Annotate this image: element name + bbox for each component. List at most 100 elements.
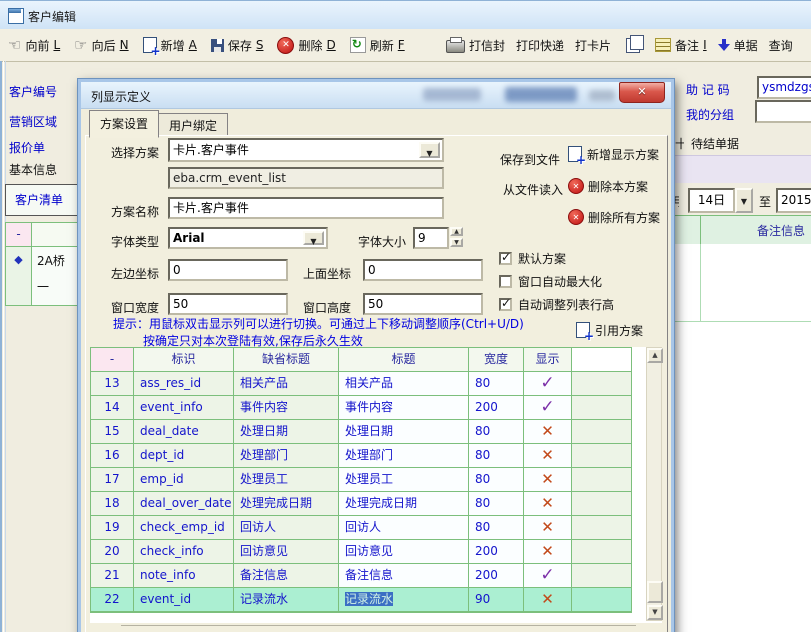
grid-cell[interactable]: 80: [469, 372, 524, 396]
checkbox-auto-row-height[interactable]: ✓ 自动调整列表行高: [499, 296, 614, 313]
toolbar-remark[interactable]: 备注I: [655, 29, 707, 61]
grid-cell[interactable]: 备注信息: [234, 564, 339, 588]
plan-name-input[interactable]: 卡片.客户事件: [168, 197, 444, 219]
tab-plan-settings[interactable]: 方案设置: [89, 110, 159, 138]
grid-cell[interactable]: [572, 444, 631, 468]
column-config-row[interactable]: 13ass_res_id相关产品相关产品80✓: [91, 372, 631, 396]
column-config-row[interactable]: 16dept_id处理部门处理部门80✕: [91, 444, 631, 468]
grid-cell[interactable]: 22: [91, 588, 134, 612]
grid-cell[interactable]: 记录流水: [234, 588, 339, 612]
grid-cell[interactable]: 回访意见: [339, 540, 469, 564]
grid-cell[interactable]: ✓: [524, 372, 572, 396]
grid-cell[interactable]: 18: [91, 492, 134, 516]
grid-cell[interactable]: 21: [91, 564, 134, 588]
chevron-down-icon[interactable]: [419, 142, 440, 158]
toolbar-print-envelope[interactable]: 打信封: [446, 29, 505, 61]
grid-cell[interactable]: 80: [469, 420, 524, 444]
grid-cell[interactable]: 20: [91, 540, 134, 564]
grid-header-cell[interactable]: 标题: [339, 348, 469, 372]
chevron-down-icon[interactable]: [303, 231, 324, 245]
toolbar-backward[interactable]: 向后N: [74, 29, 128, 61]
column-config-row[interactable]: 20check_info回访意见回访意见200✕: [91, 540, 631, 564]
grid-cell[interactable]: 15: [91, 420, 134, 444]
grid-cell[interactable]: ass_res_id: [134, 372, 234, 396]
column-config-row[interactable]: 17emp_id处理员工处理员工80✕: [91, 468, 631, 492]
grid-cell[interactable]: 13: [91, 372, 134, 396]
left-coord-input[interactable]: 0: [168, 259, 288, 281]
grid-scrollbar[interactable]: ▲ ▼: [646, 347, 662, 621]
grid-cell[interactable]: 80: [469, 444, 524, 468]
font-size-input[interactable]: 9: [413, 227, 449, 249]
toolbar-save[interactable]: 保存S: [211, 29, 264, 61]
toolbar-refresh[interactable]: 刷新F: [350, 29, 405, 61]
grid-cell[interactable]: [572, 372, 631, 396]
mnemonic-input[interactable]: ysmdzgs: [757, 76, 811, 99]
grid-cell[interactable]: 回访人: [234, 516, 339, 540]
grid-cell[interactable]: note_info: [134, 564, 234, 588]
grid-cell[interactable]: 处理部门: [339, 444, 469, 468]
toolbar-copy-pages[interactable]: [622, 29, 644, 61]
grid-cell[interactable]: 200: [469, 540, 524, 564]
column-config-row[interactable]: 15deal_date处理日期处理日期80✕: [91, 420, 631, 444]
grid-cell[interactable]: ✓: [524, 564, 572, 588]
date-day-input[interactable]: 14日: [688, 188, 735, 213]
reference-plan-button[interactable]: 引用方案: [576, 322, 643, 339]
grid-cell[interactable]: 回访意见: [234, 540, 339, 564]
toolbar-add[interactable]: 新增A: [143, 29, 197, 61]
grid-cell[interactable]: 90: [469, 588, 524, 612]
grid-cell[interactable]: [572, 564, 631, 588]
grid-cell[interactable]: [572, 588, 631, 612]
grid-cell[interactable]: 处理部门: [234, 444, 339, 468]
grid-cell[interactable]: 17: [91, 468, 134, 492]
grid-cell[interactable]: emp_id: [134, 468, 234, 492]
grid-cell[interactable]: 相关产品: [339, 372, 469, 396]
grid-cell[interactable]: 200: [469, 396, 524, 420]
grid-cell[interactable]: [572, 468, 631, 492]
scrollbar-thumb[interactable]: [647, 581, 663, 603]
add-display-plan-button[interactable]: 新增显示方案: [568, 146, 659, 163]
checkbox-auto-maximize[interactable]: ✓ 窗口自动最大化: [499, 273, 602, 290]
grid-cell[interactable]: 处理员工: [234, 468, 339, 492]
toolbar-forward[interactable]: 向前L: [8, 29, 60, 61]
grid-cell[interactable]: 处理完成日期: [234, 492, 339, 516]
grid-cell[interactable]: check_emp_id: [134, 516, 234, 540]
grid-header-row[interactable]: -标识缺省标题标题宽度显示: [91, 348, 631, 372]
grid-cell[interactable]: [572, 396, 631, 420]
select-plan-combobox[interactable]: 卡片.客户事件: [168, 138, 444, 162]
date-dropdown-button[interactable]: [735, 188, 753, 213]
grid-cell[interactable]: 200: [469, 564, 524, 588]
grid-cell[interactable]: ✕: [524, 468, 572, 492]
grid-cell[interactable]: [572, 516, 631, 540]
grid-cell[interactable]: 16: [91, 444, 134, 468]
grid-cell[interactable]: ✕: [524, 516, 572, 540]
grid-cell[interactable]: deal_over_date: [134, 492, 234, 516]
grid-cell[interactable]: dept_id: [134, 444, 234, 468]
grid-cell[interactable]: ✓: [524, 396, 572, 420]
tab-basic-info[interactable]: 基本信息: [9, 161, 57, 178]
font-type-combobox[interactable]: Arial: [168, 227, 328, 249]
grid-cell[interactable]: 处理日期: [234, 420, 339, 444]
grid-cell[interactable]: 记录流水: [339, 588, 469, 612]
column-config-row[interactable]: 18deal_over_date处理完成日期处理完成日期80✕: [91, 492, 631, 516]
grid-cell[interactable]: 备注信息: [339, 564, 469, 588]
toolbar-delete[interactable]: 删除D: [277, 29, 335, 61]
grid-cell[interactable]: ✕: [524, 588, 572, 612]
date-to-input[interactable]: 2015年 9: [776, 188, 811, 213]
close-button[interactable]: ✕: [619, 82, 665, 103]
toolbar-document[interactable]: 单据: [718, 29, 758, 61]
grid-cell[interactable]: 处理完成日期: [339, 492, 469, 516]
grid-cell[interactable]: ✕: [524, 420, 572, 444]
grid-cell[interactable]: 80: [469, 492, 524, 516]
scroll-down-button[interactable]: ▼: [647, 605, 663, 620]
top-coord-input[interactable]: 0: [363, 259, 483, 281]
grid-cell[interactable]: 处理员工: [339, 468, 469, 492]
grid-cell[interactable]: 80: [469, 468, 524, 492]
grid-cell[interactable]: 处理日期: [339, 420, 469, 444]
grid-header-cell[interactable]: -: [91, 348, 134, 372]
spin-down-button[interactable]: ▼: [450, 238, 463, 247]
toolbar-print-card[interactable]: 打卡片: [575, 29, 611, 61]
window-height-input[interactable]: 50: [363, 293, 483, 315]
read-from-file-button[interactable]: 从文件读入: [503, 181, 563, 198]
grid-header-cell[interactable]: 缺省标题: [234, 348, 339, 372]
grid-cell[interactable]: event_id: [134, 588, 234, 612]
